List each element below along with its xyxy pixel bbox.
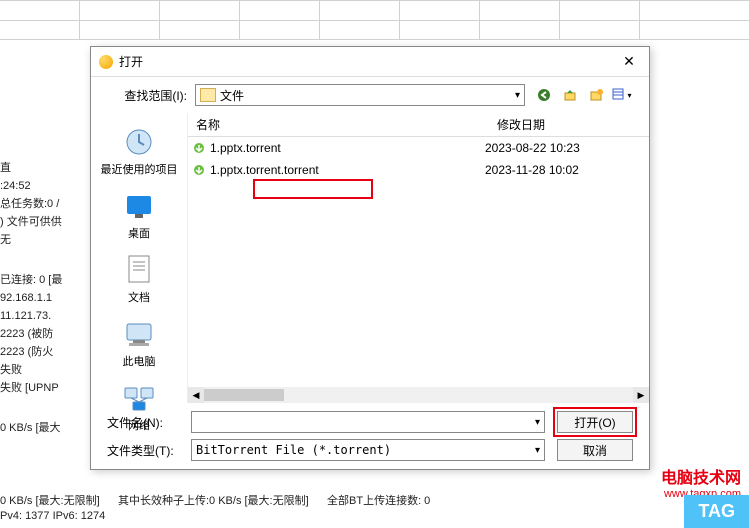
folder-icon: [200, 88, 216, 102]
bg-text: 直: [0, 160, 90, 176]
network-icon: [122, 381, 156, 415]
sidebar-label: 此电脑: [99, 353, 179, 369]
torrent-file-icon: [192, 163, 206, 177]
bg-text: 2223 (被防: [0, 326, 90, 342]
open-file-dialog: 打开 ✕ 查找范围(I): 文件 ▾ ▾: [90, 46, 650, 470]
file-date: 2023-08-22 10:23: [485, 141, 645, 155]
sidebar-recent[interactable]: 最近使用的项目: [99, 121, 179, 181]
sidebar-label: 桌面: [99, 225, 179, 241]
bg-text: 0 KB/s [最大: [0, 420, 90, 436]
chevron-down-icon: ▾: [535, 445, 540, 456]
look-in-dropdown[interactable]: 文件 ▾: [195, 84, 525, 106]
sidebar-desktop[interactable]: 桌面: [99, 185, 179, 245]
computer-icon: [122, 317, 156, 351]
file-row[interactable]: 1.pptx.torrent.torrent 2023-11-28 10:02: [188, 159, 649, 181]
chevron-down-icon: ▾: [535, 417, 540, 428]
bt-connections: 全部BT上传连接数: 0: [327, 495, 430, 507]
scroll-left-arrow[interactable]: ◀: [188, 387, 204, 403]
look-in-value: 文件: [220, 87, 244, 104]
scroll-thumb[interactable]: [204, 389, 284, 401]
ip-stats: Pv4: 1377 IPv6: 1274: [0, 510, 749, 522]
list-header: 名称 修改日期: [188, 113, 649, 137]
chevron-down-icon: ▾: [627, 91, 631, 100]
filetype-value: BitTorrent File (*.torrent): [196, 443, 391, 457]
close-button[interactable]: ✕: [617, 50, 641, 74]
dialog-title: 打开: [119, 53, 617, 70]
cancel-button[interactable]: 取消: [557, 439, 633, 461]
column-name[interactable]: 名称: [188, 116, 489, 133]
column-date[interactable]: 修改日期: [489, 116, 649, 133]
bg-text: 失败: [0, 362, 90, 378]
torrent-file-icon: [192, 141, 206, 155]
sidebar-documents[interactable]: 文档: [99, 249, 179, 309]
file-row[interactable]: 1.pptx.torrent 2023-08-22 10:23: [188, 137, 649, 159]
dialog-titlebar: 打开 ✕: [91, 47, 649, 77]
places-sidebar: 最近使用的项目 桌面 文档 此电脑: [91, 113, 187, 403]
bg-text: :24:52: [0, 178, 90, 194]
bg-text: 总任务数:0 /: [0, 196, 90, 212]
up-button[interactable]: [559, 84, 581, 106]
sidebar-label: 最近使用的项目: [99, 161, 179, 177]
open-button[interactable]: 打开(O): [557, 411, 633, 433]
bg-text: 92.168.1.1: [0, 290, 90, 306]
app-icon: [99, 55, 113, 69]
file-list: 名称 修改日期 1.pptx.torrent 2023-08-22 10:23 …: [187, 113, 649, 403]
sidebar-thispc[interactable]: 此电脑: [99, 313, 179, 373]
chevron-down-icon: ▾: [515, 90, 520, 101]
file-name: 1.pptx.torrent.torrent: [210, 163, 485, 177]
tag-badge: TAG: [684, 495, 749, 528]
recent-icon: [122, 125, 156, 159]
back-button[interactable]: [533, 84, 555, 106]
bg-text: 2223 (防火: [0, 344, 90, 360]
scroll-right-arrow[interactable]: ▶: [633, 387, 649, 403]
bg-text: ) 文件可供供: [0, 214, 90, 230]
filetype-dropdown[interactable]: BitTorrent File (*.torrent) ▾: [191, 439, 545, 461]
sidebar-label: 文档: [99, 289, 179, 305]
bg-text: 失败 [UPNP: [0, 380, 90, 396]
bg-text: 已连接: 0 [最: [0, 272, 90, 288]
view-menu-button[interactable]: ▾: [611, 84, 633, 106]
look-in-label: 查找范围(I):: [107, 87, 187, 104]
new-folder-button[interactable]: [585, 84, 607, 106]
filename-input[interactable]: ▾: [191, 411, 545, 433]
file-date: 2023-11-28 10:02: [485, 163, 645, 177]
file-name: 1.pptx.torrent: [210, 141, 485, 155]
background-status-panel: 直 :24:52 总任务数:0 / ) 文件可供供 无 已连接: 0 [最 92…: [0, 160, 90, 438]
bg-text: 11.121.73.: [0, 308, 90, 324]
documents-icon: [122, 253, 156, 287]
watermark-cn: 电脑技术网: [661, 464, 741, 488]
desktop-icon: [122, 189, 156, 223]
bg-text: 无: [0, 232, 90, 248]
filetype-label: 文件类型(T):: [107, 442, 179, 459]
upload-speed: 0 KB/s [最大:无限制]: [0, 495, 100, 507]
filename-label: 文件名(N):: [107, 414, 179, 431]
seed-upload: 其中长效种子上传:0 KB/s [最大:无限制]: [118, 495, 309, 507]
background-status-bar: 0 KB/s [最大:无限制] 其中长效种子上传:0 KB/s [最大:无限制]…: [0, 488, 749, 528]
horizontal-scrollbar[interactable]: ◀ ▶: [188, 387, 649, 403]
